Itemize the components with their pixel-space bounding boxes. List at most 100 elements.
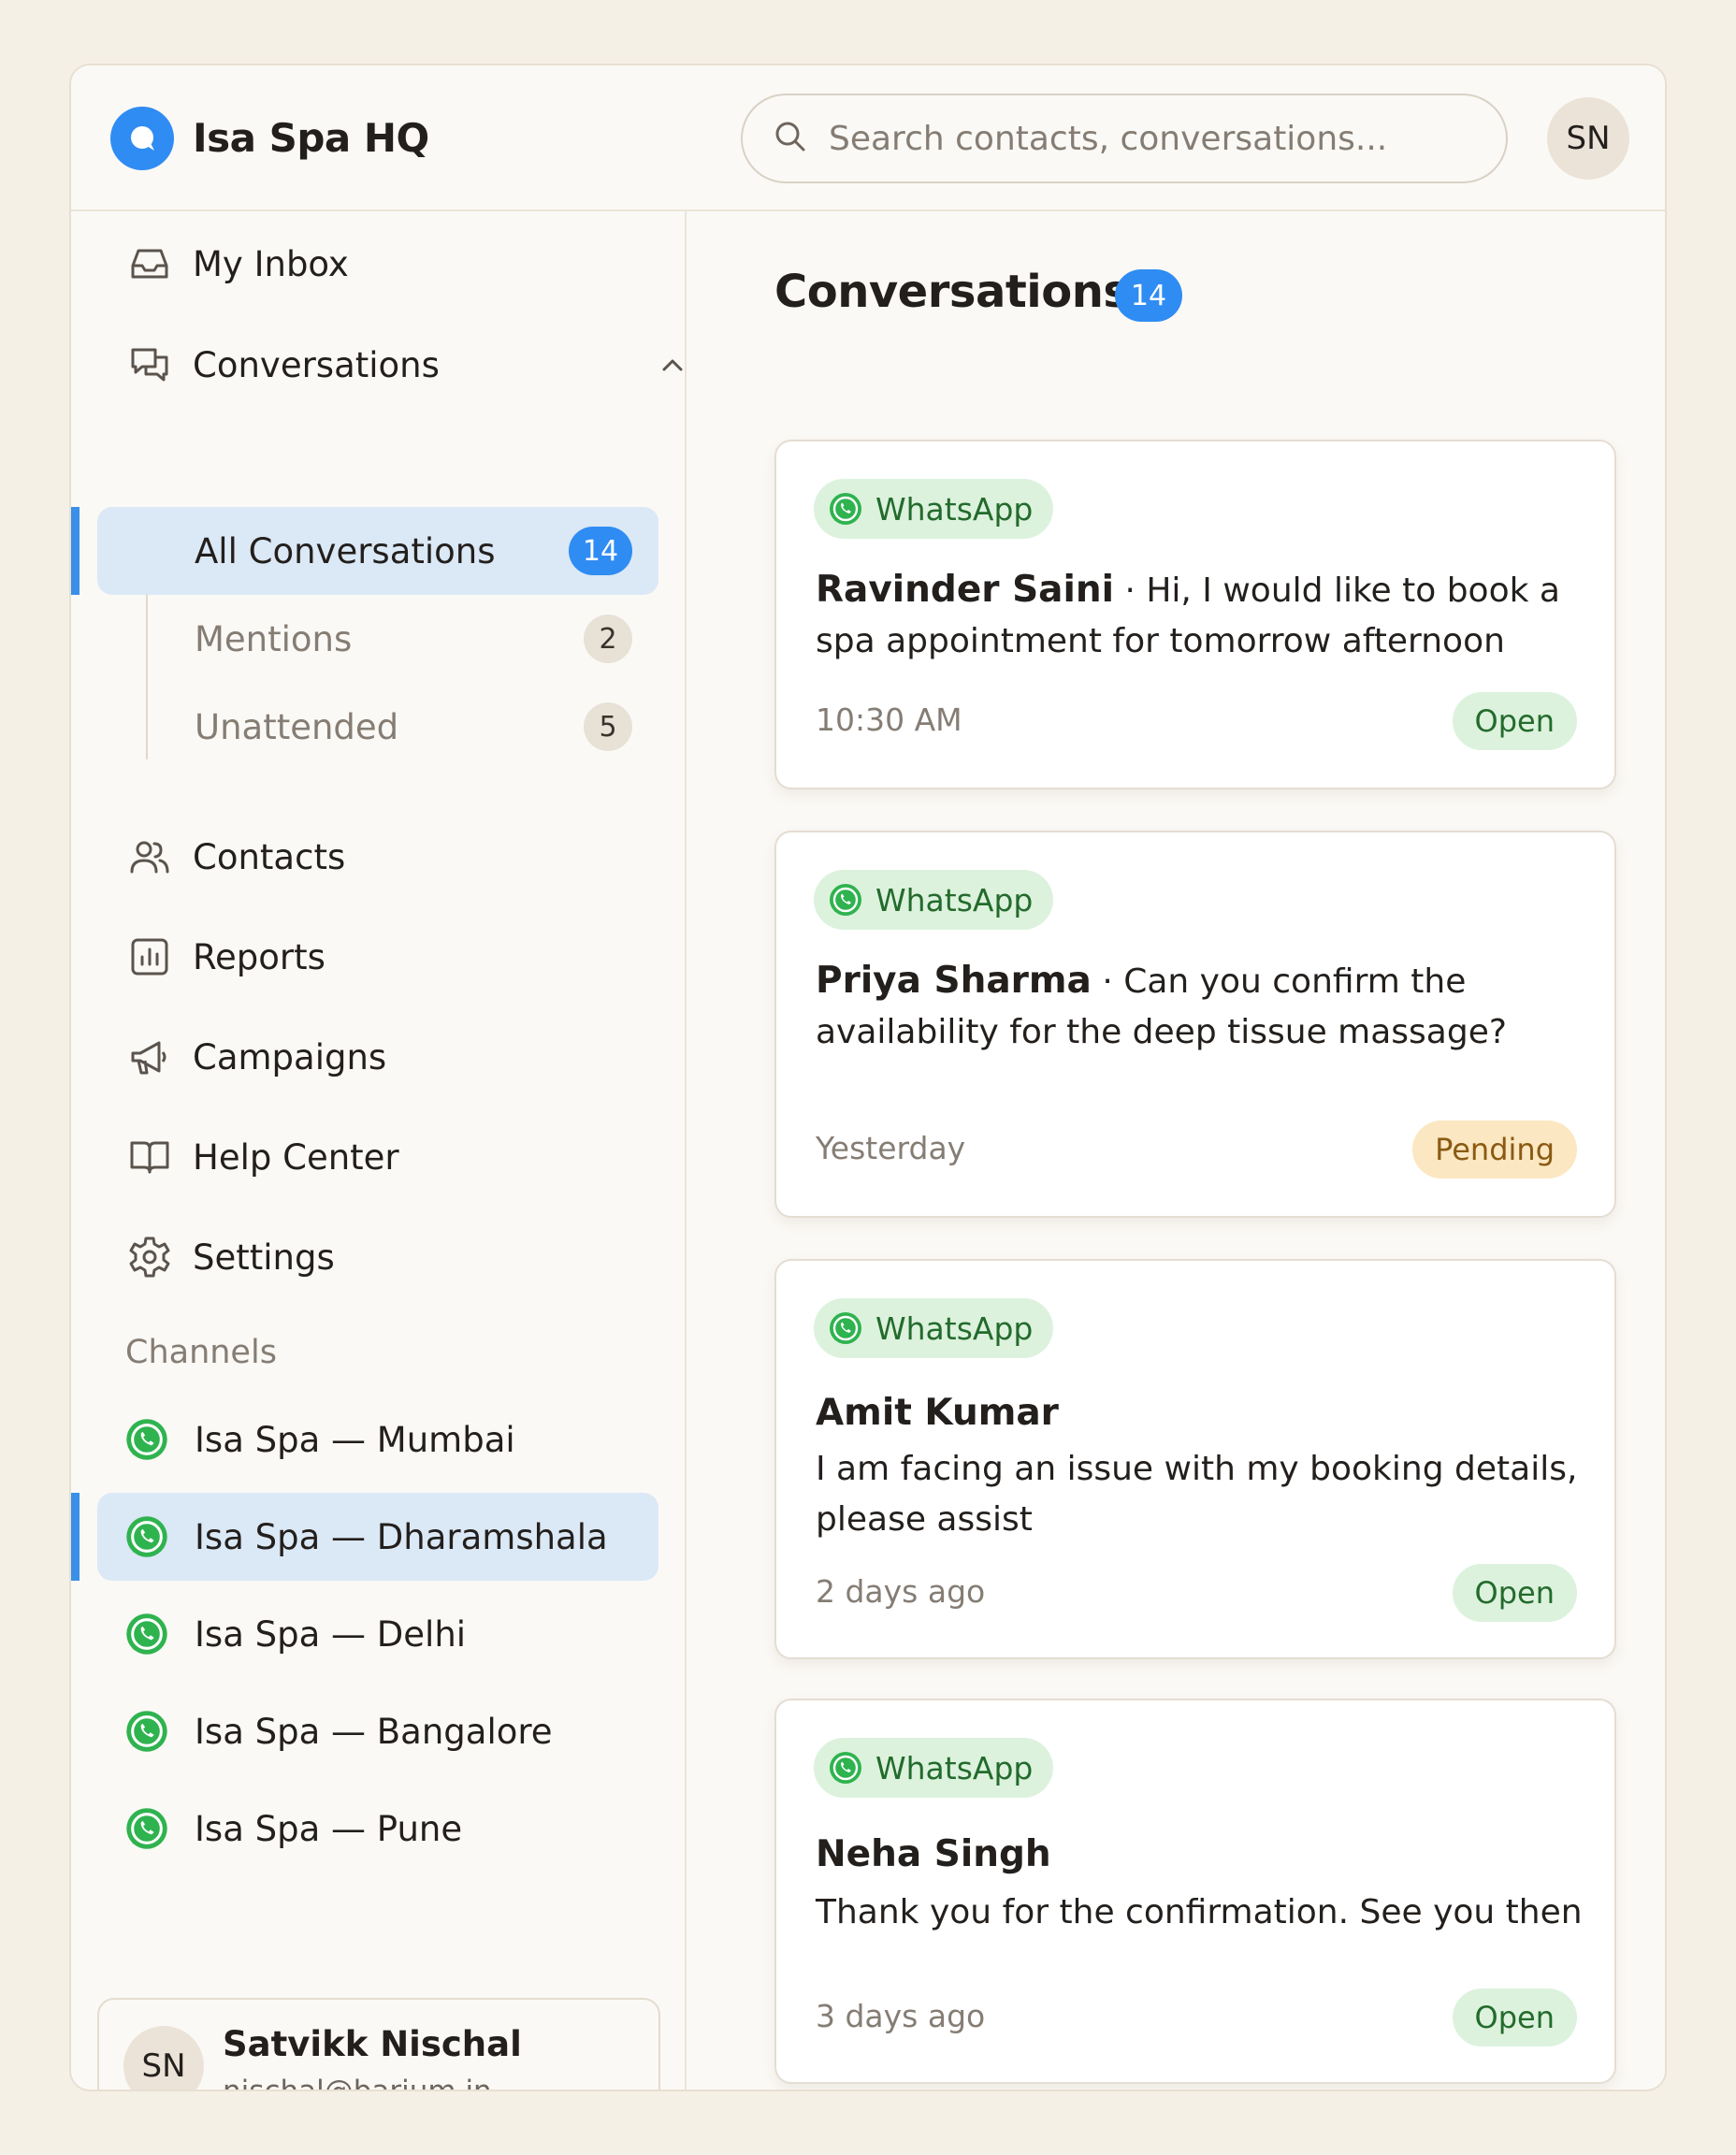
channel-chip-label: WhatsApp bbox=[875, 490, 1034, 528]
sidebar-item-settings[interactable]: Settings bbox=[125, 1220, 687, 1294]
sidebar-item-conversations[interactable]: Conversations bbox=[125, 327, 687, 402]
sidebar-item-label: Settings bbox=[193, 1237, 335, 1278]
sidebar-item-campaigns[interactable]: Campaigns bbox=[125, 1020, 687, 1094]
status-badge: Open bbox=[1452, 1564, 1577, 1622]
message-preview: Priya Sharma · Can you confirm the avail… bbox=[816, 956, 1592, 1058]
count-badge: 14 bbox=[569, 527, 632, 575]
page-title: Conversations bbox=[774, 266, 1130, 318]
message-preview: Thank you for the confirmation. See you … bbox=[816, 1887, 1592, 1938]
conversation-card[interactable]: WhatsApp Neha Singh Thank you for the co… bbox=[774, 1699, 1616, 2084]
sidebar-item-label: Contacts bbox=[193, 836, 346, 877]
separator: · bbox=[1114, 571, 1147, 610]
sidebar-item-label: All Conversations bbox=[195, 530, 496, 571]
timestamp: 2 days ago bbox=[816, 1573, 986, 1610]
app-logo-icon bbox=[110, 107, 174, 170]
sidebar-item-label: Campaigns bbox=[193, 1036, 387, 1078]
sidebar-item-label: Mentions bbox=[195, 618, 353, 659]
sidebar-item-mentions[interactable]: Mentions 2 bbox=[97, 595, 658, 683]
sidebar-item-label: Conversations bbox=[193, 344, 440, 385]
sidebar-item-label: My Inbox bbox=[193, 243, 349, 284]
user-avatar[interactable]: SN bbox=[1547, 97, 1629, 180]
sidebar-item-label: Reports bbox=[193, 936, 326, 977]
search-input[interactable] bbox=[829, 119, 1483, 158]
channel-chip-label: WhatsApp bbox=[875, 1309, 1034, 1347]
whatsapp-icon bbox=[125, 1807, 168, 1850]
sidebar-item-help-center[interactable]: Help Center bbox=[125, 1120, 687, 1194]
whatsapp-icon bbox=[125, 1710, 168, 1753]
timestamp: Yesterday bbox=[816, 1130, 966, 1166]
contact-name: Amit Kumar bbox=[816, 1392, 1059, 1434]
chat-bubbles-icon bbox=[125, 340, 174, 389]
sidebar-item-my-inbox[interactable]: My Inbox bbox=[125, 226, 687, 301]
top-header: Isa Spa HQ SN bbox=[71, 65, 1665, 211]
active-indicator bbox=[71, 1493, 80, 1581]
sidebar-item-all-conversations[interactable]: All Conversations 14 bbox=[97, 507, 658, 595]
timestamp: 3 days ago bbox=[816, 1998, 986, 2034]
message-text: Thank you for the confirmation. See you … bbox=[816, 1893, 1583, 1931]
whatsapp-icon bbox=[125, 1515, 168, 1558]
channel-chip-label: WhatsApp bbox=[875, 881, 1034, 918]
bar-chart-icon bbox=[125, 933, 174, 981]
contact-name-line: Amit Kumar bbox=[816, 1388, 1592, 1439]
channel-item-dharamshala[interactable]: Isa Spa — Dharamshala bbox=[97, 1493, 658, 1581]
contact-name: Ravinder Saini bbox=[816, 569, 1114, 611]
channel-chip: WhatsApp bbox=[814, 479, 1054, 539]
whatsapp-icon bbox=[829, 1311, 862, 1345]
message-text: I am facing an issue with my booking det… bbox=[816, 1450, 1578, 1539]
sidebar: My Inbox Conversations All Conversations… bbox=[71, 211, 687, 2091]
whatsapp-icon bbox=[125, 1613, 168, 1656]
separator: · bbox=[1091, 962, 1124, 1001]
contact-name-line: Neha Singh bbox=[816, 1830, 1592, 1881]
channel-label: Isa Spa — Dharamshala bbox=[195, 1516, 608, 1557]
channel-item-mumbai[interactable]: Isa Spa — Mumbai bbox=[97, 1396, 658, 1483]
contact-name: Neha Singh bbox=[816, 1833, 1051, 1875]
sidebar-item-unattended[interactable]: Unattended 5 bbox=[97, 683, 658, 771]
users-icon bbox=[125, 832, 174, 881]
count-badge: 14 bbox=[1115, 269, 1182, 322]
channel-label: Isa Spa — Bangalore bbox=[195, 1711, 553, 1752]
sidebar-item-contacts[interactable]: Contacts bbox=[125, 819, 687, 894]
whatsapp-icon bbox=[125, 1418, 168, 1461]
contact-name: Priya Sharma bbox=[816, 960, 1092, 1002]
conversation-card[interactable]: WhatsApp Amit Kumar I am facing an issue… bbox=[774, 1259, 1616, 1659]
sidebar-item-reports[interactable]: Reports bbox=[125, 919, 687, 994]
channel-item-pune[interactable]: Isa Spa — Pune bbox=[97, 1785, 658, 1873]
channel-chip-label: WhatsApp bbox=[875, 1749, 1034, 1786]
channels-section-label: Channels bbox=[125, 1334, 277, 1371]
sidebar-item-label: Help Center bbox=[193, 1136, 399, 1178]
avatar: SN bbox=[123, 2026, 204, 2090]
user-profile-card[interactable]: SN Satvikk Nischal nischal@barium.in bbox=[97, 1998, 660, 2091]
channel-label: Isa Spa — Pune bbox=[195, 1808, 463, 1849]
timestamp: 10:30 AM bbox=[816, 701, 962, 738]
active-indicator bbox=[71, 507, 80, 595]
count-badge: 5 bbox=[584, 702, 632, 751]
count-badge: 2 bbox=[584, 615, 632, 663]
channel-chip: WhatsApp bbox=[814, 870, 1054, 930]
conversation-card[interactable]: WhatsApp Ravinder Saini · Hi, I would li… bbox=[774, 440, 1616, 789]
megaphone-icon bbox=[125, 1033, 174, 1081]
user-email: nischal@barium.in bbox=[223, 2075, 492, 2091]
conversation-card[interactable]: WhatsApp Priya Sharma · Can you confirm … bbox=[774, 831, 1616, 1218]
channel-label: Isa Spa — Delhi bbox=[195, 1613, 467, 1655]
sidebar-item-label: Unattended bbox=[195, 706, 399, 747]
whatsapp-icon bbox=[829, 492, 862, 526]
chevron-up-icon[interactable] bbox=[658, 352, 687, 383]
status-badge: Open bbox=[1452, 692, 1577, 750]
channel-chip: WhatsApp bbox=[814, 1298, 1054, 1358]
inbox-icon bbox=[125, 239, 174, 288]
search-box[interactable] bbox=[741, 94, 1508, 183]
app-window: Isa Spa HQ SN My Inbox Conversations bbox=[69, 64, 1667, 2091]
app-title: Isa Spa HQ bbox=[193, 115, 429, 161]
conversation-list-panel: Conversations 14 WhatsApp Ravinder Saini… bbox=[688, 211, 1665, 2090]
channel-item-delhi[interactable]: Isa Spa — Delhi bbox=[97, 1590, 658, 1678]
channel-label: Isa Spa — Mumbai bbox=[195, 1419, 515, 1460]
gear-icon bbox=[125, 1233, 174, 1281]
whatsapp-icon bbox=[829, 1751, 862, 1785]
status-badge: Pending bbox=[1412, 1121, 1577, 1179]
channel-item-bangalore[interactable]: Isa Spa — Bangalore bbox=[97, 1687, 658, 1775]
book-icon bbox=[125, 1133, 174, 1181]
whatsapp-icon bbox=[829, 883, 862, 917]
channel-chip: WhatsApp bbox=[814, 1738, 1054, 1798]
status-badge: Open bbox=[1452, 1989, 1577, 2047]
message-preview: Ravinder Saini · Hi, I would like to boo… bbox=[816, 565, 1592, 667]
